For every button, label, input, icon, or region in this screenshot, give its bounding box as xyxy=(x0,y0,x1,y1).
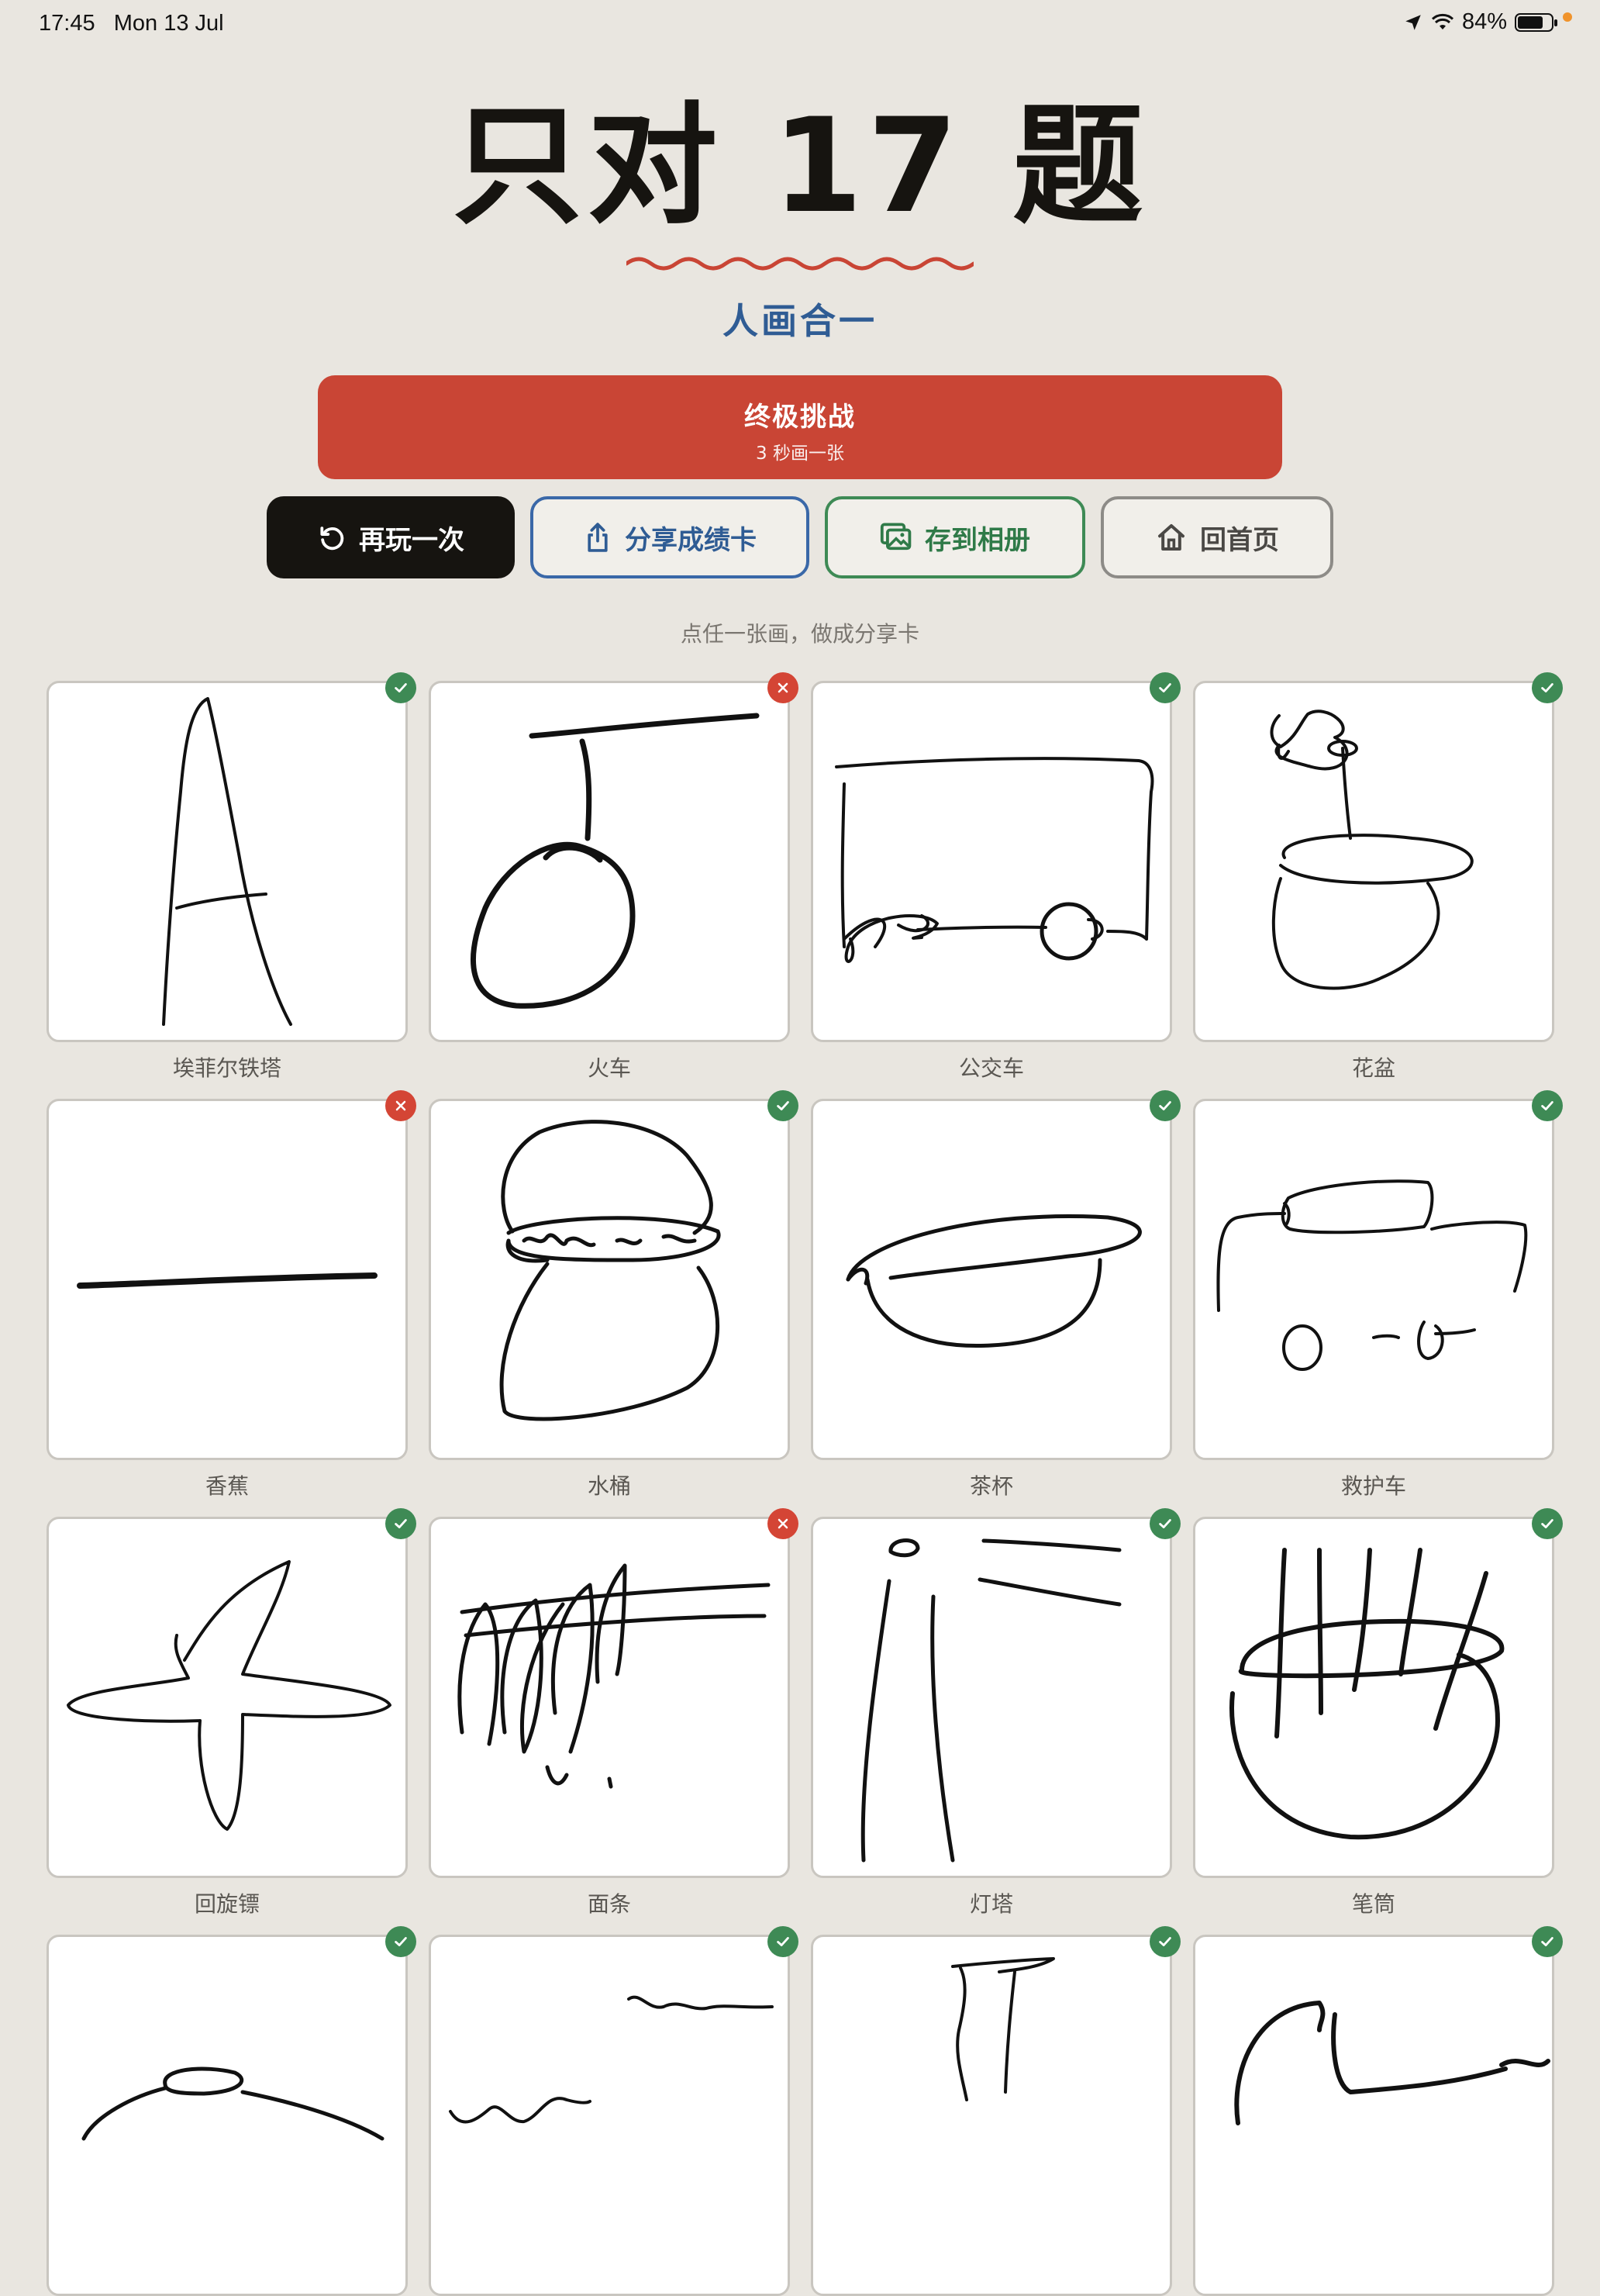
drawing-sketch xyxy=(162,697,292,1026)
correct-badge xyxy=(1532,1090,1563,1121)
drawing-card[interactable] xyxy=(429,672,798,1042)
drawing-card[interactable] xyxy=(429,1090,798,1460)
correct-badge xyxy=(385,1926,416,1957)
drawing-card[interactable] xyxy=(811,1090,1181,1460)
correct-badge xyxy=(1150,672,1181,703)
check-icon xyxy=(1159,1519,1171,1528)
correct-badge xyxy=(1150,1090,1181,1121)
drawing-sketch xyxy=(951,1957,1055,2101)
drawing-label: 水桶 xyxy=(587,1473,631,1499)
drawing-label: 回旋镖 xyxy=(194,1891,260,1917)
drawing-card[interactable] xyxy=(1193,1508,1563,1878)
drawing-card[interactable] xyxy=(47,1090,416,1460)
drawing-card[interactable] xyxy=(429,1926,798,2296)
drawing-label: 灯塔 xyxy=(969,1891,1013,1917)
drawing-sketch xyxy=(499,1120,721,1421)
drawing-sketch xyxy=(835,757,1154,963)
drawing-card[interactable] xyxy=(1193,1090,1563,1460)
drawing-label: 茶杯 xyxy=(969,1473,1013,1499)
check-icon xyxy=(395,683,407,692)
drawing-card[interactable] xyxy=(811,1926,1181,2296)
check-icon xyxy=(1159,1937,1171,1946)
drawing-label: 面条 xyxy=(587,1891,631,1917)
check-icon xyxy=(777,1101,789,1110)
correct-badge xyxy=(1532,1926,1563,1957)
drawing-label: 公交车 xyxy=(958,1055,1024,1081)
wrong-badge xyxy=(767,1508,798,1539)
drawing-sketch xyxy=(81,2066,384,2141)
drawing-card[interactable] xyxy=(429,1508,798,1878)
check-icon xyxy=(1159,683,1171,692)
wrong-badge xyxy=(385,1090,416,1121)
drawing-sketch xyxy=(860,1538,1122,1863)
drawing-sketch xyxy=(457,1563,771,1789)
check-icon xyxy=(1159,1101,1171,1110)
drawing-label: 香蕉 xyxy=(205,1473,249,1499)
drawing-card[interactable] xyxy=(1193,672,1563,1042)
drawing-card[interactable] xyxy=(811,1508,1181,1878)
drawing-sketch xyxy=(1229,1548,1505,1840)
drawing-sketch xyxy=(67,1560,391,1831)
check-icon xyxy=(1541,683,1553,692)
drawing-sketch xyxy=(1270,710,1474,990)
drawings-grid: 埃菲尔铁塔 火车 公交车 花盆 香蕉 水桶 茶杯 救护车 回旋镖 面条 灯塔 笔… xyxy=(0,0,1600,2296)
check-icon xyxy=(395,1519,407,1528)
check-icon xyxy=(1541,1101,1553,1110)
close-icon xyxy=(778,1518,788,1529)
drawing-label: 埃菲尔铁塔 xyxy=(172,1055,281,1081)
drawing-card[interactable] xyxy=(47,1926,416,2296)
check-icon xyxy=(1541,1937,1553,1946)
correct-badge xyxy=(767,1090,798,1121)
drawing-sketch xyxy=(77,1272,378,1289)
correct-badge xyxy=(1532,672,1563,703)
drawing-card[interactable] xyxy=(811,672,1181,1042)
drawing-sketch xyxy=(1234,2001,1550,2125)
correct-badge xyxy=(1532,1508,1563,1539)
drawing-card[interactable] xyxy=(1193,1926,1563,2296)
correct-badge xyxy=(1150,1926,1181,1957)
correct-badge xyxy=(767,1926,798,1957)
drawing-label: 花盆 xyxy=(1351,1055,1395,1081)
drawing-label: 火车 xyxy=(587,1055,631,1081)
correct-badge xyxy=(385,672,416,703)
check-icon xyxy=(1541,1519,1553,1528)
wrong-badge xyxy=(767,672,798,703)
drawing-sketch xyxy=(449,1995,774,2124)
close-icon xyxy=(395,1100,406,1111)
drawing-sketch xyxy=(471,713,760,1009)
close-icon xyxy=(778,682,788,693)
drawing-label: 救护车 xyxy=(1340,1473,1406,1499)
check-icon xyxy=(395,1937,407,1946)
drawing-sketch xyxy=(846,1214,1142,1348)
check-icon xyxy=(777,1937,789,1946)
drawing-label: 笔筒 xyxy=(1351,1891,1395,1917)
drawing-sketch xyxy=(1216,1179,1528,1371)
drawing-card[interactable] xyxy=(47,1508,416,1878)
drawing-card[interactable] xyxy=(47,672,416,1042)
correct-badge xyxy=(1150,1508,1181,1539)
correct-badge xyxy=(385,1508,416,1539)
